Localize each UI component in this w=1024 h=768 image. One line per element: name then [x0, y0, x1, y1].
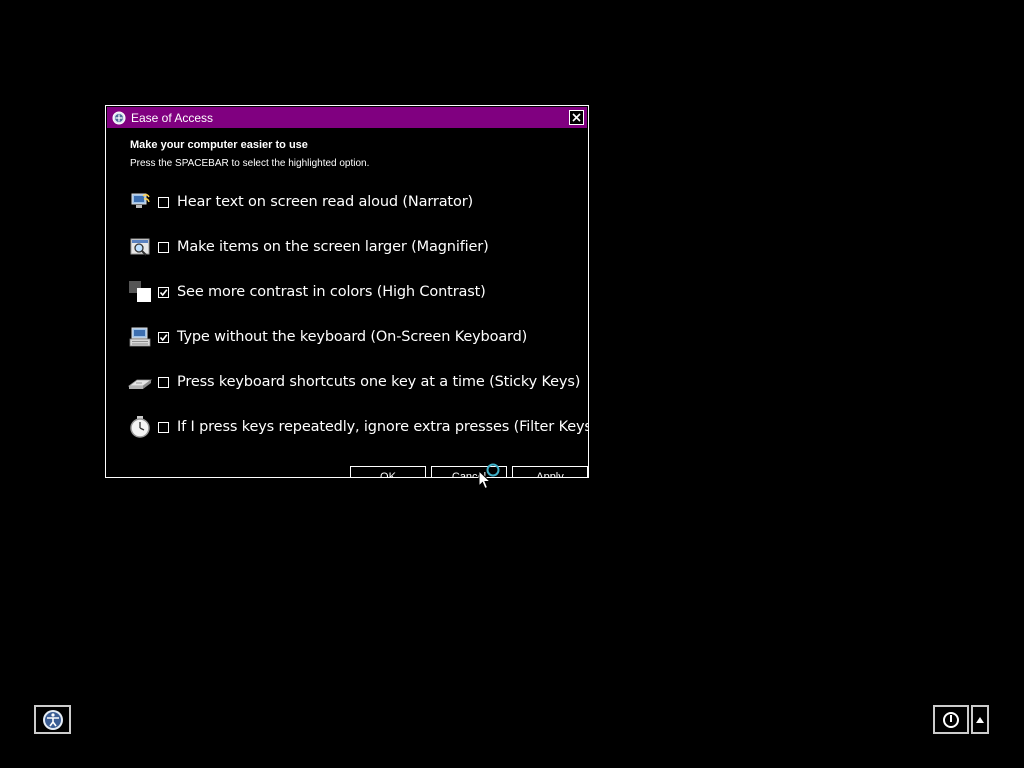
checkmark-icon	[159, 333, 168, 341]
filter-keys-icon	[128, 415, 152, 439]
narrator-checkbox[interactable]	[158, 196, 169, 208]
arrow-up-icon	[976, 716, 984, 723]
ok-button[interactable]: OK	[350, 466, 426, 477]
option-label: Type without the keyboard (On-Screen Key…	[177, 329, 528, 345]
magnifier-checkbox[interactable]	[158, 241, 169, 253]
checkmark-icon	[159, 288, 168, 296]
option-label: If I press keys repeatedly, ignore extra…	[177, 419, 589, 435]
option-magnifier[interactable]: Make items on the screen larger (Magnifi…	[128, 234, 489, 260]
dialog-title: Ease of Access	[131, 110, 214, 125]
dialog-heading: Make your computer easier to use	[130, 139, 308, 151]
dialog-instruction: Press the SPACEBAR to select the highlig…	[130, 158, 370, 169]
option-label: See more contrast in colors (High Contra…	[177, 284, 486, 300]
power-icon	[943, 711, 959, 728]
option-label: Make items on the screen larger (Magnifi…	[177, 239, 489, 255]
option-label: Hear text on screen read aloud (Narrator…	[177, 194, 474, 210]
option-on-screen-keyboard[interactable]: Type without the keyboard (On-Screen Key…	[128, 324, 527, 350]
ease-of-access-icon	[112, 111, 126, 125]
option-filter-keys[interactable]: If I press keys repeatedly, ignore extra…	[128, 414, 589, 440]
logon-screen: Ease of Access Make your computer easier…	[0, 0, 1024, 768]
close-button[interactable]	[569, 110, 584, 125]
apply-button[interactable]: Apply	[512, 466, 588, 477]
close-icon	[572, 113, 581, 122]
dialog-titlebar[interactable]: Ease of Access	[107, 107, 587, 128]
ease-of-access-icon	[42, 709, 63, 730]
busy-spinner-icon	[486, 463, 500, 477]
filter-keys-checkbox[interactable]	[158, 421, 169, 433]
shut-down-button[interactable]	[933, 705, 969, 734]
on-screen-keyboard-checkbox[interactable]	[158, 331, 169, 343]
high-contrast-icon	[128, 280, 152, 304]
narrator-icon	[128, 190, 152, 214]
magnifier-icon	[128, 235, 152, 259]
ease-of-access-dialog: Ease of Access Make your computer easier…	[105, 105, 589, 478]
option-narrator[interactable]: Hear text on screen read aloud (Narrator…	[128, 189, 473, 215]
sticky-keys-checkbox[interactable]	[158, 376, 169, 388]
option-label: Press keyboard shortcuts one key at a ti…	[177, 374, 581, 390]
ease-of-access-button[interactable]	[34, 705, 71, 734]
high-contrast-checkbox[interactable]	[158, 286, 169, 298]
shut-down-options-button[interactable]	[971, 705, 989, 734]
option-high-contrast[interactable]: See more contrast in colors (High Contra…	[128, 279, 486, 305]
on-screen-keyboard-icon	[128, 325, 152, 349]
sticky-keys-icon	[128, 370, 152, 394]
option-sticky-keys[interactable]: Press keyboard shortcuts one key at a ti…	[128, 369, 580, 395]
